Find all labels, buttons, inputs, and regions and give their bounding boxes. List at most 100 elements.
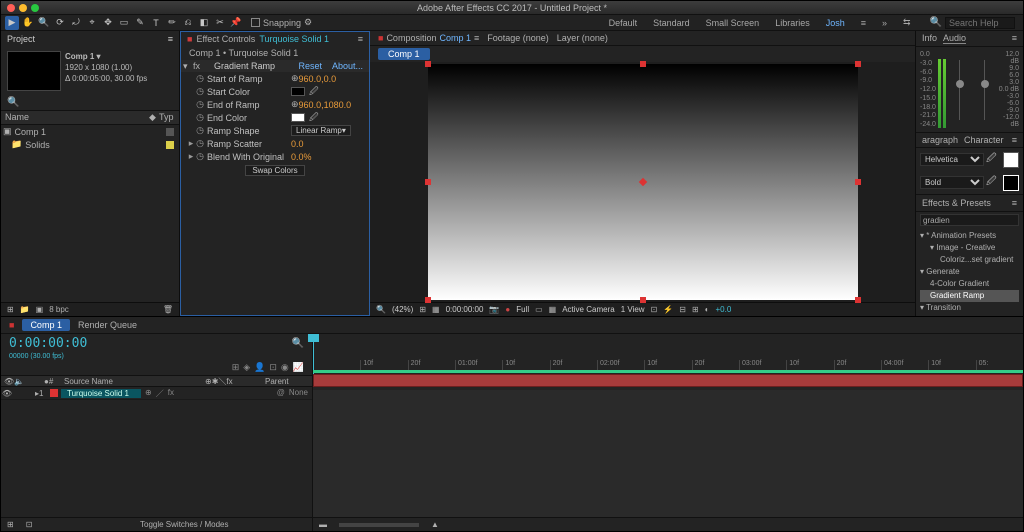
visibility-toggle[interactable]: 👁 xyxy=(1,389,13,398)
views-select[interactable]: 1 View xyxy=(621,305,645,314)
fast-preview-icon[interactable]: ⚡ xyxy=(663,305,673,314)
tree-image-creative[interactable]: Image - Creative xyxy=(920,242,1019,254)
text-tool-icon[interactable]: T xyxy=(149,16,163,30)
footage-tab[interactable]: Footage (none) xyxy=(487,33,549,43)
effects-presets-title[interactable]: Effects & Presets xyxy=(922,198,991,208)
workspace-small-screen[interactable]: Small Screen xyxy=(699,17,767,29)
brush-tool-icon[interactable]: ✏ xyxy=(165,16,179,30)
zoom-slider[interactable] xyxy=(339,523,419,527)
comp-thumbnail[interactable] xyxy=(7,51,61,91)
zoom-out-icon[interactable]: ▬ xyxy=(319,520,327,529)
panel-menu-icon[interactable]: ≡ xyxy=(1012,198,1017,208)
zoom-value[interactable]: (42%) xyxy=(392,305,413,314)
panel-menu-icon[interactable]: ≡ xyxy=(1012,135,1017,145)
stopwatch-icon[interactable]: ◷ xyxy=(195,99,205,110)
font-style-select[interactable]: Bold xyxy=(920,176,984,189)
project-search-icon[interactable]: 🔍 xyxy=(7,97,19,108)
timeline-render-tab[interactable]: Render Queue xyxy=(78,320,137,330)
panel-menu-icon[interactable]: ≡ xyxy=(358,34,363,44)
tl-foot-icon[interactable]: ⊞ xyxy=(7,520,14,529)
parent-col[interactable]: Parent xyxy=(262,377,312,386)
stroke-color-swatch[interactable] xyxy=(1003,175,1019,191)
paragraph-panel-tab[interactable]: aragraph xyxy=(922,135,958,145)
tree-item[interactable]: Coloriz...set gradient xyxy=(920,254,1019,266)
reset-exposure-icon[interactable]: ◐ xyxy=(705,305,710,314)
workspace-libraries[interactable]: Libraries xyxy=(768,17,817,29)
transform-handle[interactable] xyxy=(640,297,646,303)
window-close-icon[interactable] xyxy=(7,4,15,12)
snapping-options-icon[interactable]: ⚙ xyxy=(304,17,312,28)
end-of-ramp-value[interactable]: 960.0,1080.0 xyxy=(299,100,352,110)
layer-duration-bar[interactable] xyxy=(313,374,1023,387)
stopwatch-icon[interactable]: ◷ xyxy=(195,112,205,123)
expand-arrow-icon[interactable]: ▸ xyxy=(187,138,195,149)
transform-handle[interactable] xyxy=(855,297,861,303)
effect-about[interactable]: About... xyxy=(332,61,363,71)
composition-tab[interactable]: Composition xyxy=(386,33,436,43)
window-zoom-icon[interactable] xyxy=(31,4,39,12)
switch-icon[interactable]: ⊕ xyxy=(145,388,152,399)
zoom-in-icon[interactable]: ▲ xyxy=(431,520,439,529)
stopwatch-icon[interactable]: ◷ xyxy=(195,86,205,97)
workspace-chevrons-icon[interactable]: » xyxy=(875,17,894,29)
stopwatch-icon[interactable]: ◷ xyxy=(195,125,205,136)
transform-handle[interactable] xyxy=(425,297,431,303)
transform-handle[interactable] xyxy=(425,61,431,67)
source-name-col[interactable]: Source Name xyxy=(61,377,202,386)
workspace-default[interactable]: Default xyxy=(602,17,645,29)
project-row-solids[interactable]: 📁 Solids xyxy=(1,138,179,151)
switch-icon[interactable]: ／ xyxy=(156,388,164,399)
layer-name[interactable]: Turquoise Solid 1 xyxy=(61,389,141,398)
timeline-icon[interactable]: ⊟ xyxy=(679,305,686,314)
zoom-tool-icon[interactable]: 🔍 xyxy=(37,16,51,30)
timeline-layer-row[interactable]: 👁 ▸ 1 Turquoise Solid 1 ⊕ ／ fx @ None xyxy=(1,387,312,400)
current-time[interactable]: 0:00:00:00 xyxy=(9,336,87,351)
project-row-comp[interactable]: ▣ Comp 1 xyxy=(1,125,179,138)
panel-menu-icon[interactable]: ≡ xyxy=(1012,33,1017,44)
parent-select[interactable]: None xyxy=(289,388,308,399)
col-name[interactable]: Name xyxy=(1,111,145,124)
blend-value[interactable]: 0.0% xyxy=(291,152,312,162)
effect-controls-tab-label[interactable]: Effect Controls xyxy=(196,34,255,44)
puppet-tool-icon[interactable]: 📌 xyxy=(229,16,243,30)
search-icon[interactable]: 🔍 xyxy=(292,338,304,349)
expand-arrow-icon[interactable]: ▸ xyxy=(187,151,195,162)
composition-tab-name[interactable]: Comp 1 xyxy=(439,33,471,43)
tree-animation-presets[interactable]: * Animation Presets xyxy=(920,230,1019,242)
region-icon[interactable]: ▭ xyxy=(535,305,543,314)
comp-flow-tab[interactable]: Comp 1 xyxy=(378,48,430,60)
switches-col[interactable]: ⊕✱＼fx xyxy=(202,376,262,387)
clone-tool-icon[interactable]: ⎌ xyxy=(181,16,195,30)
info-panel-tab[interactable]: Info xyxy=(922,33,937,44)
resolution-grid-icon[interactable]: ⊞ xyxy=(419,305,426,314)
audio-slider-r[interactable] xyxy=(973,51,996,128)
transform-handle[interactable] xyxy=(855,179,861,185)
workspace-standard[interactable]: Standard xyxy=(646,17,697,29)
bpc-label[interactable]: 8 bpc xyxy=(49,305,69,314)
effect-reset[interactable]: Reset xyxy=(298,61,322,71)
eyedropper-icon[interactable]: 🖉 xyxy=(986,151,997,168)
col-type[interactable]: Typ xyxy=(155,111,179,124)
tree-item[interactable]: 4-Color Gradient xyxy=(920,278,1019,290)
motion-blur-icon[interactable]: ◉ xyxy=(281,362,289,373)
transform-handle[interactable] xyxy=(425,179,431,185)
layer-label-color[interactable] xyxy=(50,389,58,397)
work-area-bar[interactable] xyxy=(313,370,1023,373)
pan-behind-tool-icon[interactable]: ✥ xyxy=(101,16,115,30)
snapshot-icon[interactable]: 📷 xyxy=(489,305,499,314)
effect-controls-layer[interactable]: Turquoise Solid 1 xyxy=(259,34,329,44)
snapping-toggle[interactable]: Snapping ⚙ xyxy=(251,17,312,28)
project-panel-title[interactable]: Project xyxy=(7,34,35,44)
fx-toggle-arrow-icon[interactable]: ▾ xyxy=(183,61,188,72)
layer-tab[interactable]: Layer (none) xyxy=(557,33,608,43)
tree-item-gradient-ramp[interactable]: Gradient Ramp xyxy=(920,290,1019,302)
pixel-aspect-icon[interactable]: ⊡ xyxy=(651,305,658,314)
swap-colors-button[interactable]: Swap Colors xyxy=(245,165,304,176)
tree-generate[interactable]: Generate xyxy=(920,266,1019,278)
new-comp-icon[interactable]: ▣ xyxy=(36,305,44,314)
channel-icon[interactable]: ● xyxy=(505,305,510,314)
interpret-icon[interactable]: ⊞ xyxy=(7,305,14,314)
workspace-user[interactable]: Josh xyxy=(819,17,852,29)
stopwatch-icon[interactable]: ◷ xyxy=(195,73,205,84)
pen-tool-icon[interactable]: ✎ xyxy=(133,16,147,30)
